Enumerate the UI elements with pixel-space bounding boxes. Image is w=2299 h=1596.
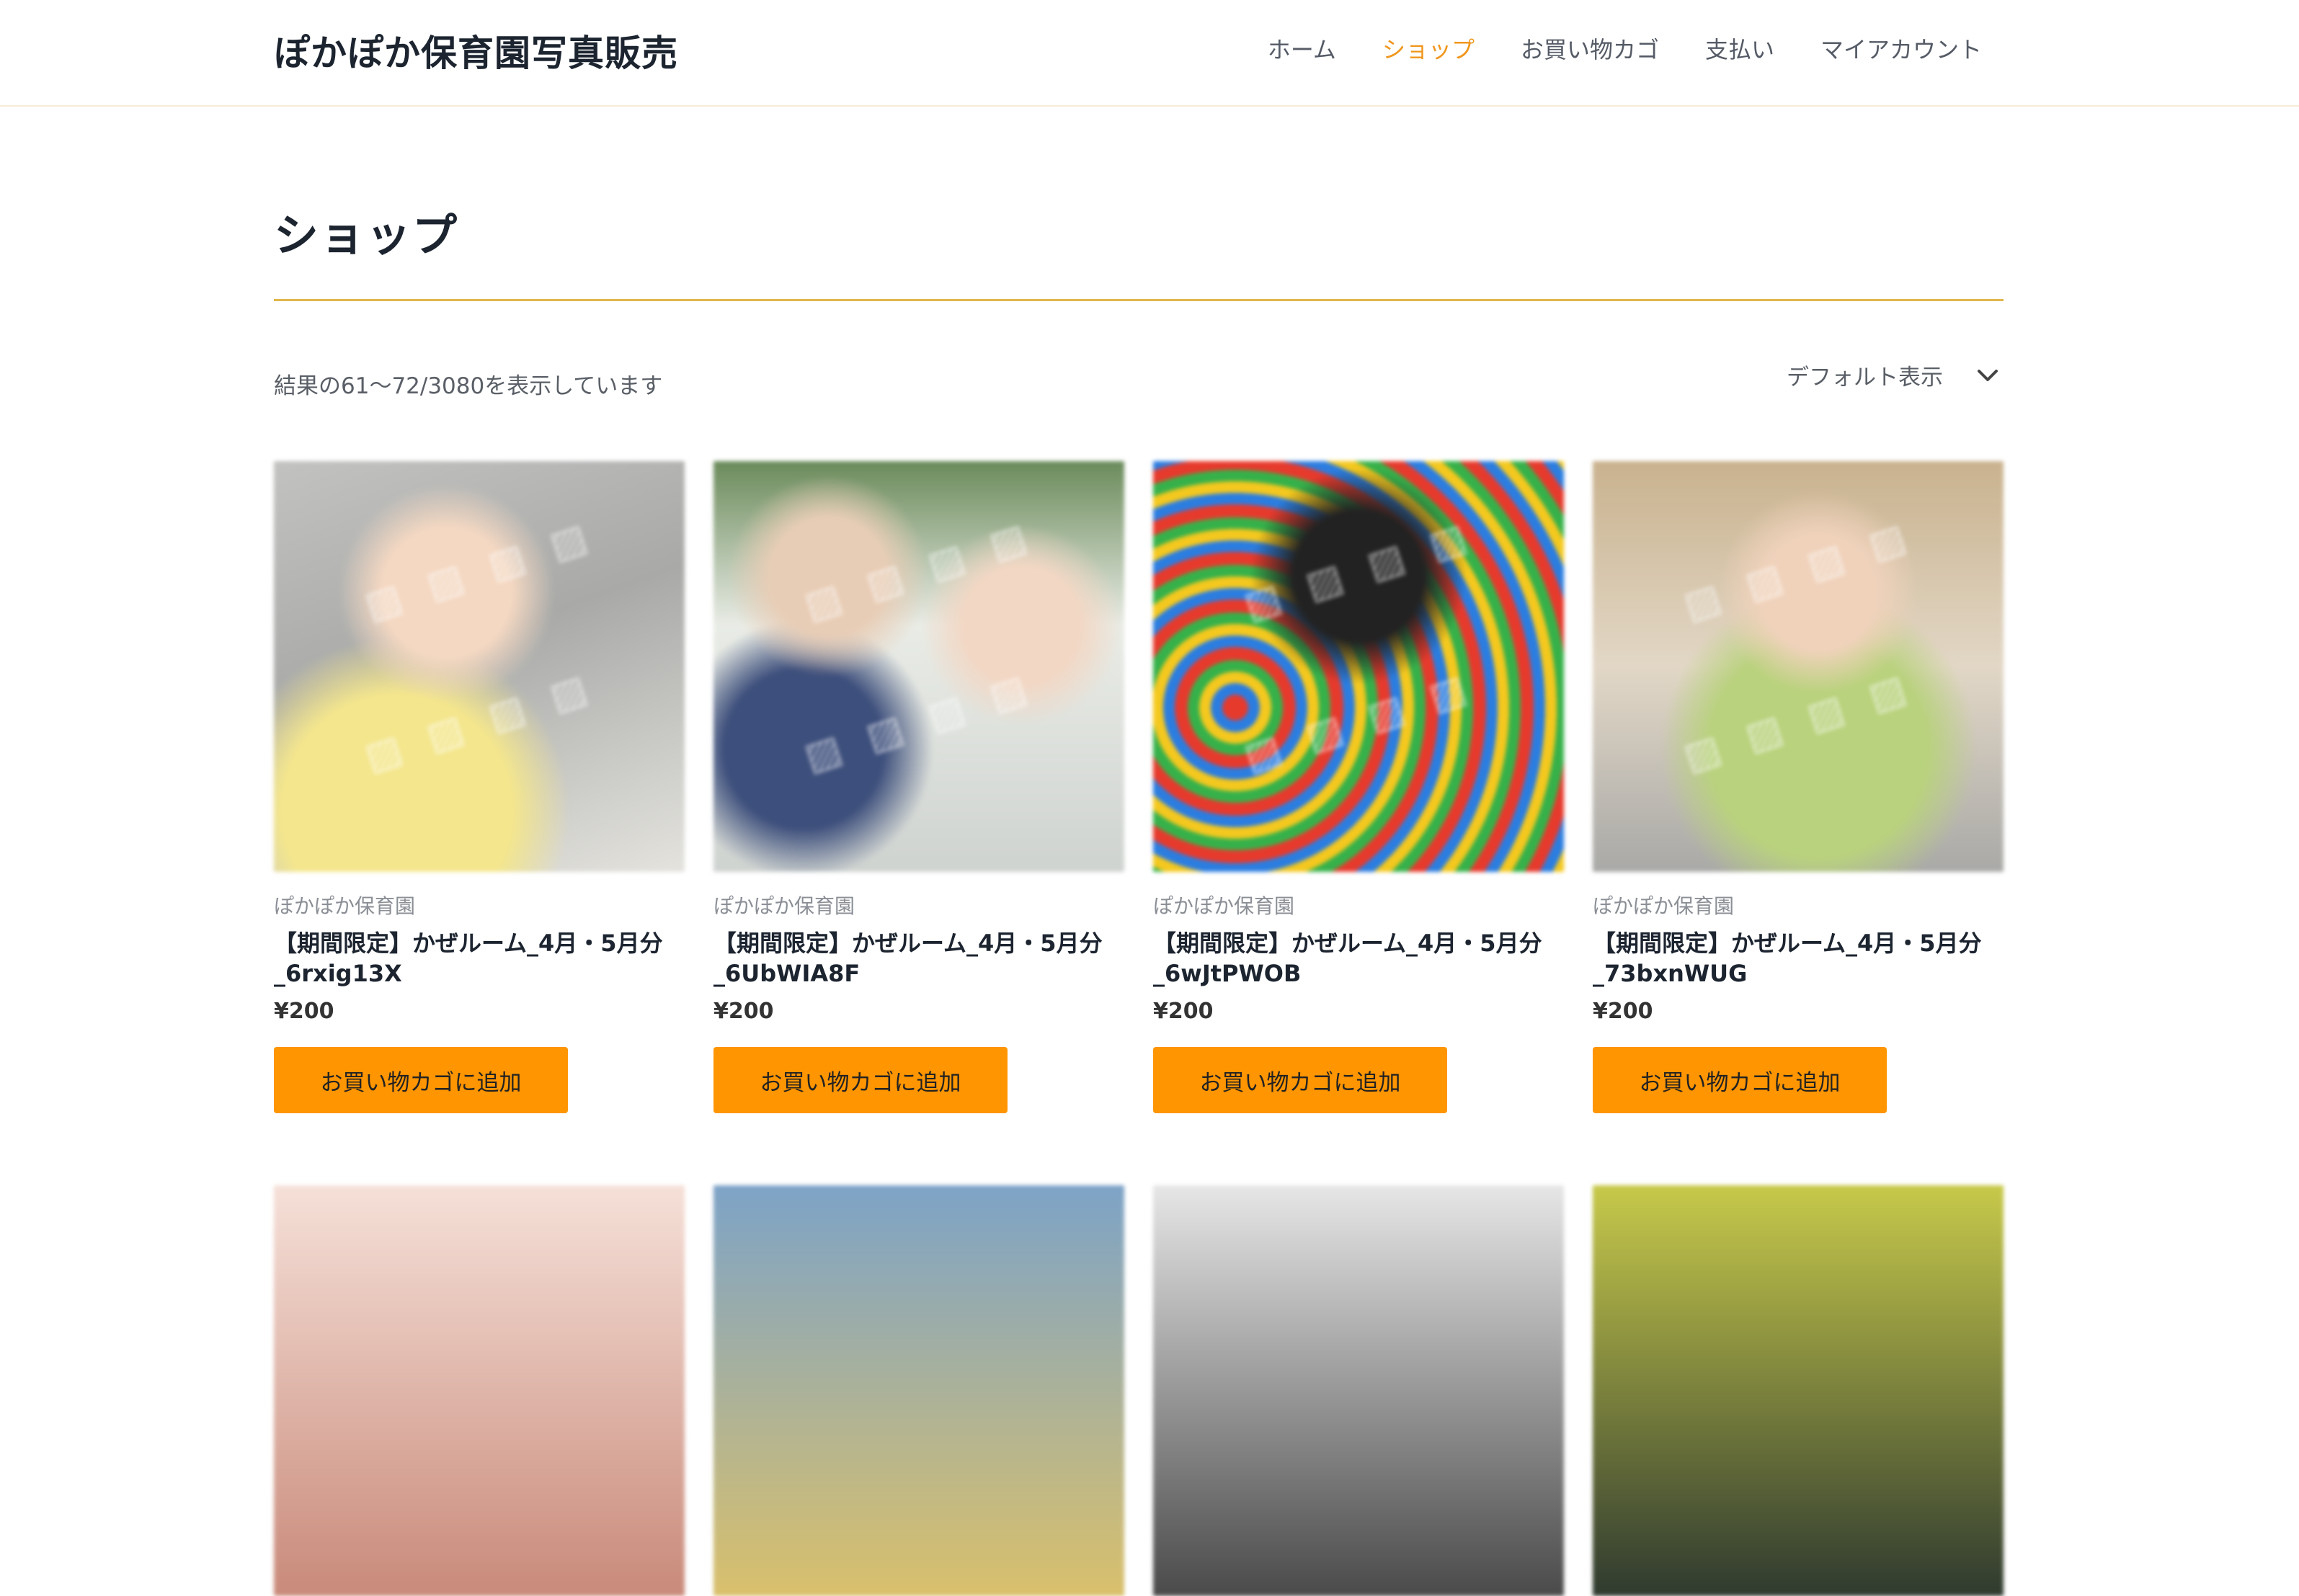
product-card	[274, 1185, 685, 1596]
product-image[interactable]: ▨ ▨ ▨ ▨ ▨ ▨ ▨ ▨	[713, 461, 1124, 872]
product-price: ¥200	[713, 999, 774, 1024]
product-card: ▨ ▨ ▨ ▨ ▨ ▨ ▨ ▨ ぽかぽか保育園 【期間限定】かぜルーム_4月・5月…	[713, 461, 1124, 1113]
product-brand: ぽかぽか保育園	[274, 894, 416, 918]
chevron-down-icon	[1978, 369, 1998, 381]
product-grid: ▨ ▨ ▨ ▨ ▨ ▨ ▨ ▨ ぽかぽか保育園 【期間限定】かぜルーム_4月・5月…	[274, 461, 2004, 1596]
product-image[interactable]	[713, 1185, 1124, 1596]
add-to-cart-button[interactable]: お買い物カゴに追加	[274, 1047, 568, 1113]
product-brand: ぽかぽか保育園	[1153, 894, 1295, 918]
product-name[interactable]: 【期間限定】かぜルーム_4月・5月分_6UbWIA8F	[713, 928, 1124, 989]
title-divider	[274, 299, 2004, 301]
product-image[interactable]: ▨ ▨ ▨ ▨ ▨ ▨ ▨ ▨	[1153, 461, 1564, 872]
product-name[interactable]: 【期間限定】かぜルーム_4月・5月分_73bxnWUG	[1593, 928, 2004, 989]
product-brand: ぽかぽか保育園	[713, 894, 855, 918]
site-header: ぽかぽか保育園写真販売 ホーム ショップ お買い物カゴ 支払い マイアカウント	[0, 0, 2299, 107]
product-image[interactable]: ▨ ▨ ▨ ▨ ▨ ▨ ▨ ▨	[1593, 461, 2004, 872]
add-to-cart-button[interactable]: お買い物カゴに追加	[1153, 1047, 1447, 1113]
product-image[interactable]	[274, 1185, 685, 1596]
add-to-cart-button[interactable]: お買い物カゴに追加	[1593, 1047, 1887, 1113]
site-logo[interactable]: ぽかぽか保育園写真販売	[274, 24, 678, 76]
product-image[interactable]: ▨ ▨ ▨ ▨ ▨ ▨ ▨ ▨	[274, 461, 685, 872]
add-to-cart-button[interactable]: お買い物カゴに追加	[713, 1047, 1008, 1113]
product-price: ¥200	[274, 999, 334, 1024]
product-image[interactable]	[1593, 1185, 2004, 1596]
product-card: ▨ ▨ ▨ ▨ ▨ ▨ ▨ ▨ ぽかぽか保育園 【期間限定】かぜルーム_4月・5月…	[274, 461, 685, 1113]
nav-checkout[interactable]: 支払い	[1705, 32, 1774, 65]
product-card	[1593, 1185, 2004, 1596]
nav-my-account[interactable]: マイアカウント	[1820, 32, 1982, 65]
nav-shop[interactable]: ショップ	[1382, 32, 1475, 65]
product-card	[1153, 1185, 1564, 1596]
main-nav: ホーム ショップ お買い物カゴ 支払い マイアカウント	[1268, 32, 1982, 65]
product-image[interactable]	[1153, 1185, 1564, 1596]
product-card: ▨ ▨ ▨ ▨ ▨ ▨ ▨ ▨ ぽかぽか保育園 【期間限定】かぜルーム_4月・5月…	[1153, 461, 1564, 1113]
product-price: ¥200	[1593, 999, 1653, 1024]
product-card: ▨ ▨ ▨ ▨ ▨ ▨ ▨ ▨ ぽかぽか保育園 【期間限定】かぜルーム_4月・5月…	[1593, 461, 2004, 1113]
sort-select[interactable]: デフォルト表示	[1787, 359, 2004, 391]
product-name[interactable]: 【期間限定】かぜルーム_4月・5月分_6wJtPWOB	[1153, 928, 1564, 989]
product-name[interactable]: 【期間限定】かぜルーム_4月・5月分_6rxig13X	[274, 928, 685, 989]
result-count: 結果の61〜72/3080を表示しています	[274, 373, 663, 399]
nav-home[interactable]: ホーム	[1268, 32, 1336, 65]
sort-selected-value: デフォルト表示	[1787, 365, 1943, 391]
page-title: ショップ	[274, 209, 459, 262]
nav-cart[interactable]: お買い物カゴ	[1521, 32, 1659, 65]
product-brand: ぽかぽか保育園	[1593, 894, 1735, 918]
product-card	[713, 1185, 1124, 1596]
product-price: ¥200	[1153, 999, 1214, 1024]
